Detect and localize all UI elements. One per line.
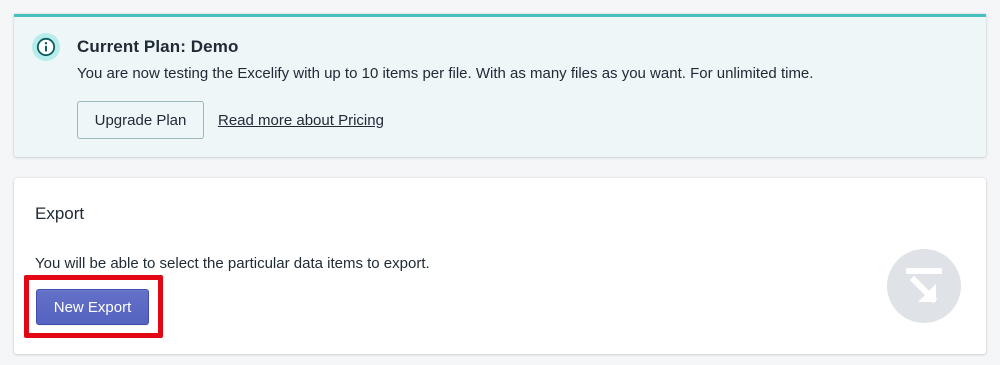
banner-title: Current Plan: Demo xyxy=(77,37,239,56)
info-icon xyxy=(32,33,60,61)
pricing-link[interactable]: Read more about Pricing xyxy=(218,112,384,129)
plan-banner: Current Plan: Demo You are now testing t… xyxy=(14,14,986,157)
new-export-button[interactable]: New Export xyxy=(36,289,149,325)
export-card: Export You will be able to select the pa… xyxy=(14,178,986,354)
export-title: Export xyxy=(35,204,85,223)
export-arrow-icon xyxy=(887,249,961,323)
upgrade-plan-button[interactable]: Upgrade Plan xyxy=(77,101,204,139)
banner-description: You are now testing the Excelify with up… xyxy=(77,65,814,82)
export-description: You will be able to select the particula… xyxy=(35,255,430,272)
page: Current Plan: Demo You are now testing t… xyxy=(0,0,1000,365)
